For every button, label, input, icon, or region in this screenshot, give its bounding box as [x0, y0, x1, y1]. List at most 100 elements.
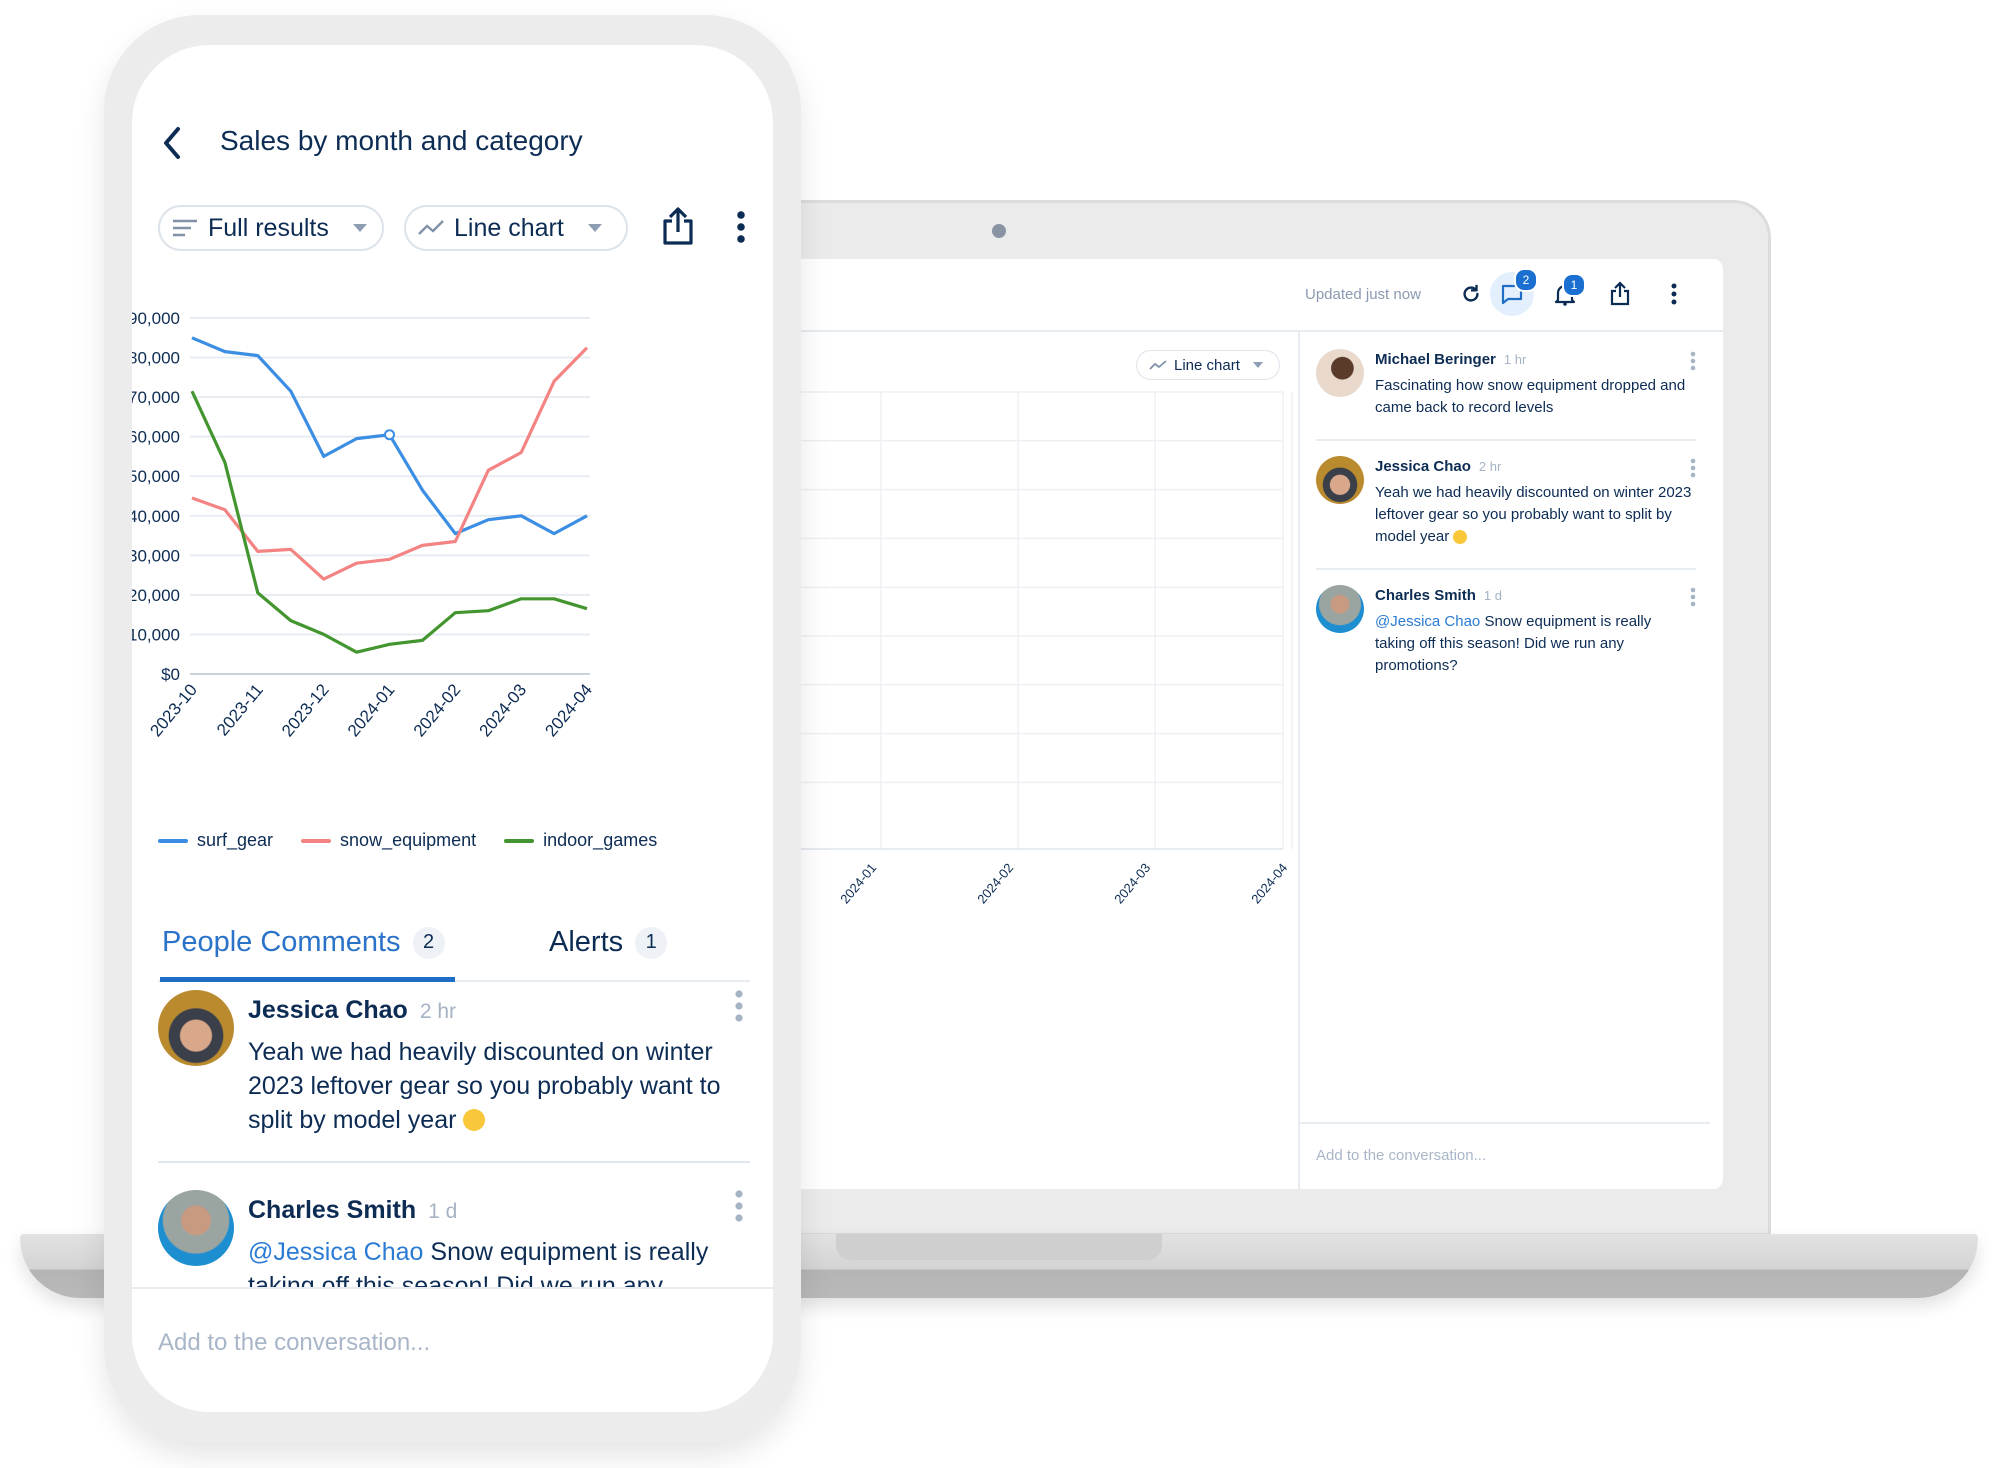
legend-item-surf-gear[interactable]: surf_gear: [158, 830, 273, 851]
comment-author: Charles Smith 1 d: [1375, 587, 1502, 604]
x-tick-label: 2023-10: [146, 680, 201, 740]
highlighted-point: [384, 429, 395, 441]
y-tick-label: $70,000: [132, 388, 180, 407]
avatar: [1316, 585, 1364, 633]
x-tick-label: 2024-02: [974, 860, 1016, 906]
x-tick-label: 2024-03: [1111, 860, 1153, 906]
avatar: [158, 990, 234, 1066]
comment-author: Jessica Chao 2 hr: [1375, 458, 1502, 475]
x-tick-label: 2024-02: [410, 680, 465, 740]
laptop-line-chart: 2024-01 2024-02 2024-03 2024-04: [801, 391, 1293, 906]
smiling-face-icon: [1453, 530, 1468, 544]
comment-time: 1 d: [428, 1200, 458, 1223]
line-chart-icon: [418, 220, 444, 235]
chart-type-dropdown[interactable]: Line chart: [404, 205, 628, 251]
refresh-icon: [1463, 284, 1479, 302]
chart-type-label: Line chart: [454, 213, 564, 242]
phone-comment-input[interactable]: Add to the conversation...: [132, 1287, 773, 1412]
chevron-left-icon[interactable]: [158, 123, 186, 163]
comment-time: 2 hr: [419, 1000, 457, 1023]
laptop-chart-area: Line chart 2024-01 2024-02 2024-03 2024-04: [801, 332, 1298, 1189]
refresh-button[interactable]: [1454, 277, 1488, 311]
tab-count: 2: [412, 926, 445, 959]
divider: [158, 1161, 750, 1163]
y-tick-label: $20,000: [132, 586, 180, 605]
alerts-badge: 1: [1562, 273, 1586, 297]
phone-screen: Sales by month and category Full results…: [132, 45, 773, 1412]
kebab-icon[interactable]: [1690, 458, 1696, 478]
comment-time: 1 hr: [1503, 352, 1527, 367]
comment-text: Yeah we had heavily discounted on winter…: [1375, 484, 1692, 545]
comment-text: Yeah we had heavily discounted on winter…: [248, 1038, 721, 1134]
comment-author: Michael Beringer 1 hr: [1375, 351, 1527, 368]
x-tick-label: 2024-03: [476, 680, 531, 740]
updated-status: Updated just now: [1305, 286, 1421, 303]
y-tick-label: $90,000: [132, 309, 180, 328]
y-tick-label: $50,000: [132, 467, 180, 486]
divider: [1316, 568, 1696, 570]
share-icon: [1610, 281, 1630, 306]
mention-link[interactable]: @Jessica Chao: [1375, 613, 1480, 630]
laptop-comments-sidebar: Michael Beringer 1 hr Fascinating how sno…: [1298, 332, 1723, 1189]
more-button[interactable]: [1657, 277, 1691, 311]
input-placeholder: Add to the conversation...: [158, 1329, 431, 1356]
legend-item-snow-equipment[interactable]: snow_equipment: [301, 830, 476, 851]
kebab-icon[interactable]: [736, 211, 746, 243]
y-tick-label: $60,000: [132, 428, 180, 447]
x-tick-label: 2024-04: [1248, 860, 1290, 906]
laptop-comment-input[interactable]: Add to the conversation...: [1300, 1122, 1710, 1189]
series-line-snow_equipment: [191, 346, 589, 581]
chevron-down-icon: [587, 224, 602, 232]
page-title: Sales by month and category: [220, 125, 583, 156]
y-tick-label: $30,000: [132, 546, 180, 565]
comments-badge: 2: [1514, 268, 1538, 292]
results-filter-dropdown[interactable]: Full results: [158, 205, 384, 251]
lines-icon: [173, 219, 197, 237]
share-icon[interactable]: [662, 205, 694, 247]
kebab-icon[interactable]: [734, 990, 744, 1022]
comment-author: Charles Smith 1 d: [248, 1196, 458, 1224]
y-tick-label: $40,000: [132, 507, 180, 526]
tab-alerts[interactable]: Alerts 1: [549, 905, 668, 980]
mention-link[interactable]: @Jessica Chao: [248, 1238, 423, 1266]
x-tick-label: 2024-01: [837, 860, 879, 906]
y-tick-label: $80,000: [132, 349, 180, 368]
legend-swatch: [158, 838, 188, 843]
laptop-trackpad-notch: [836, 1234, 1162, 1260]
smiling-face-icon: [463, 1109, 486, 1131]
kebab-icon: [1671, 283, 1677, 305]
comment-time: 2 hr: [1478, 459, 1502, 474]
y-tick-label: $0: [161, 665, 180, 684]
laptop-toolbar: Updated just now 2 1: [801, 259, 1723, 332]
avatar: [1316, 456, 1364, 504]
kebab-icon[interactable]: [1690, 587, 1696, 607]
kebab-icon[interactable]: [1690, 351, 1696, 371]
comment-text: @Jessica Chao Snow equipment is really t…: [1375, 613, 1652, 674]
avatar: [158, 1190, 234, 1266]
x-tick-label: 2023-11: [213, 680, 267, 739]
comments-button[interactable]: 2: [1490, 268, 1538, 316]
kebab-icon[interactable]: [734, 1190, 744, 1222]
comment-author: Jessica Chao 2 hr: [248, 996, 457, 1024]
avatar: [1316, 349, 1364, 397]
share-button[interactable]: [1603, 277, 1637, 311]
tab-count: 1: [635, 926, 668, 959]
legend-item-indoor-games[interactable]: indoor_games: [504, 830, 657, 851]
x-tick-label: 2023-12: [278, 680, 333, 740]
comment-time: 1 d: [1483, 588, 1502, 603]
laptop-screen: Updated just now 2 1 Line chart 2024-01 2…: [801, 259, 1723, 1189]
tab-people-comments[interactable]: People Comments 2: [160, 905, 455, 982]
divider: [1316, 439, 1696, 441]
x-tick-label: 2024-04: [541, 680, 596, 740]
comment-text: Fascinating how snow equipment dropped a…: [1375, 377, 1686, 416]
tab-bar: People Comments 2 Alerts 1: [158, 905, 750, 982]
y-tick-label: $10,000: [132, 625, 180, 644]
input-placeholder: Add to the conversation...: [1316, 1147, 1487, 1164]
chart-group: $0 $10,000 $20,000 $30,000 $40,000 $50,000 $60…: [132, 309, 596, 740]
x-tick-label: 2024-01: [344, 680, 399, 740]
alerts-button[interactable]: 1: [1548, 273, 1586, 311]
legend-swatch: [301, 838, 332, 843]
phone-line-chart: $0 $10,000 $20,000 $30,000 $40,000 $50,000 $60…: [132, 309, 596, 740]
results-filter-label: Full results: [208, 213, 329, 242]
chart-legend: surf_gear snow_equipment indoor_games: [158, 830, 657, 851]
